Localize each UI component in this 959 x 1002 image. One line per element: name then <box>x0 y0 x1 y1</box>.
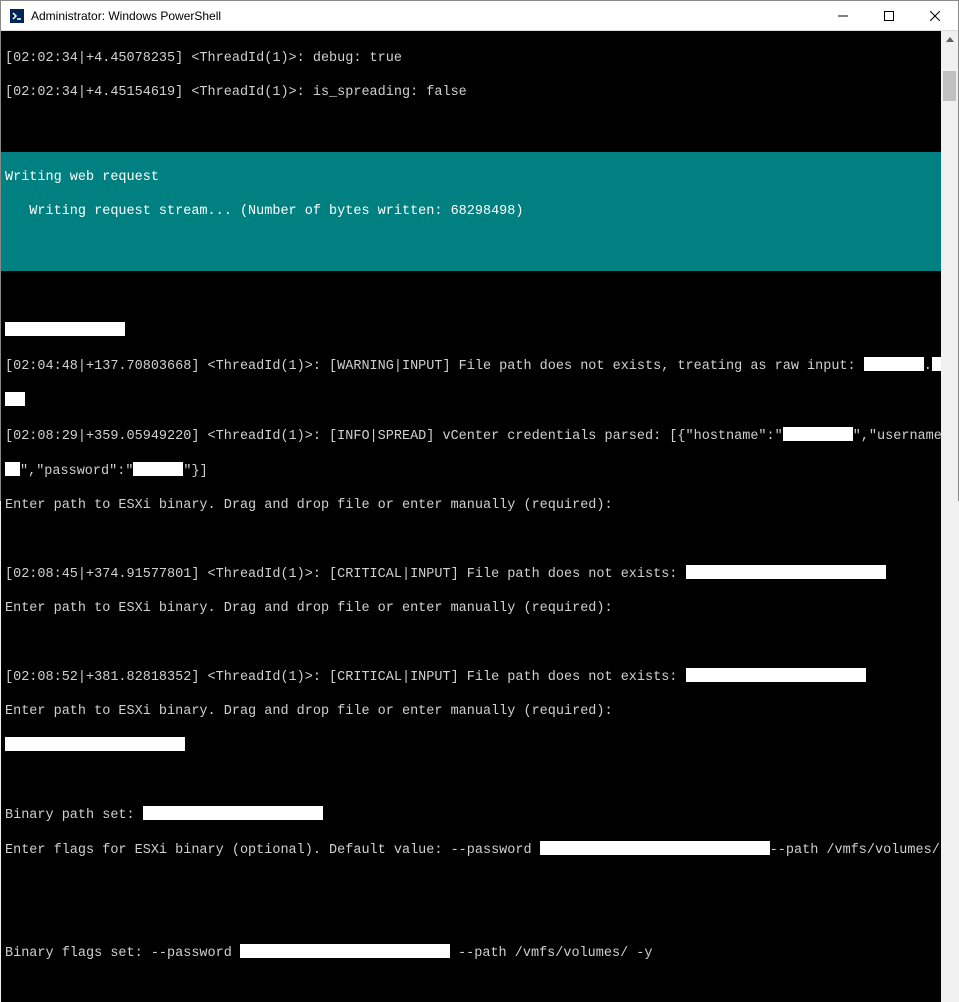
powershell-window: Administrator: Windows PowerShell [02:02… <box>0 0 959 501</box>
redacted <box>240 944 450 958</box>
log-line: ","username":" <box>853 429 941 444</box>
log-line: Binary path set: <box>5 808 143 823</box>
log-line: Binary flags set: --password <box>5 946 240 961</box>
log-line: ","password":" <box>20 464 133 479</box>
log-line: Enter path to ESXi binary. Drag and drop… <box>5 704 613 719</box>
redacted <box>5 392 25 406</box>
log-line: [02:04:48|+137.70803668] <ThreadId(1)>: … <box>5 359 864 374</box>
window-controls <box>820 1 958 31</box>
redacted <box>783 427 853 441</box>
log-line: Enter flags for ESXi binary (optional). … <box>5 843 540 858</box>
maximize-button[interactable] <box>866 1 912 31</box>
redacted <box>5 737 185 751</box>
redacted <box>932 357 941 371</box>
progress-title: Writing web request <box>5 170 159 185</box>
redacted <box>686 565 886 579</box>
log-line: --path /vmfs/volumes/ -y <box>770 843 941 858</box>
log-line: [02:08:52|+381.82818352] <ThreadId(1)>: … <box>5 670 686 685</box>
log-line: [02:02:34|+4.45154619] <ThreadId(1)>: is… <box>5 85 467 100</box>
redacted <box>540 841 770 855</box>
redacted <box>686 668 866 682</box>
close-button[interactable] <box>912 1 958 31</box>
redacted <box>143 806 323 820</box>
progress-block: Writing web request Writing request stre… <box>1 152 941 271</box>
log-line: [02:08:29|+359.05949220] <ThreadId(1)>: … <box>5 429 783 444</box>
log-line: [02:08:45|+374.91577801] <ThreadId(1)>: … <box>5 567 686 582</box>
log-line: --path /vmfs/volumes/ -y <box>450 946 653 961</box>
console-output[interactable]: [02:02:34|+4.45078235] <ThreadId(1)>: de… <box>1 31 941 1002</box>
log-line: Enter path to ESXi binary. Drag and drop… <box>5 601 613 616</box>
content-area: [02:02:34|+4.45078235] <ThreadId(1)>: de… <box>1 31 958 1002</box>
log-line: [02:02:34|+4.45078235] <ThreadId(1)>: de… <box>5 51 402 66</box>
scroll-up-arrow[interactable] <box>941 31 958 48</box>
redacted <box>864 357 924 371</box>
minimize-button[interactable] <box>820 1 866 31</box>
app-icon <box>9 8 25 24</box>
titlebar[interactable]: Administrator: Windows PowerShell <box>1 1 958 31</box>
window-title: Administrator: Windows PowerShell <box>31 9 820 23</box>
log-line: Enter path to ESXi binary. Drag and drop… <box>5 498 613 513</box>
log-line: "}] <box>183 464 207 479</box>
redacted <box>5 462 20 476</box>
scroll-thumb[interactable] <box>943 71 956 101</box>
vertical-scrollbar[interactable] <box>941 31 958 1002</box>
redacted <box>133 462 183 476</box>
redacted <box>5 322 125 336</box>
progress-detail: Writing request stream... (Number of byt… <box>5 204 523 219</box>
